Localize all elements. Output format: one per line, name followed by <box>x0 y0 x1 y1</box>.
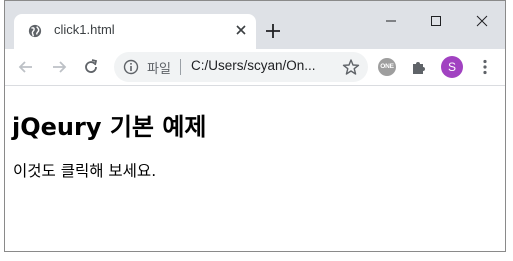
clickable-paragraph[interactable]: 이것도 클릭해 보세요. <box>13 159 156 181</box>
tab-title: click1.html <box>54 22 115 37</box>
back-arrow-icon[interactable] <box>16 57 36 77</box>
tab-click1[interactable]: click1.html <box>14 14 256 49</box>
browser-window: click1.html 파일 C:/Users/scyan/On... ONE … <box>4 0 506 252</box>
window-close-icon[interactable] <box>472 11 492 31</box>
profile-avatar[interactable]: S <box>441 56 463 78</box>
page-heading: jQeury 기본 예제 <box>12 113 207 141</box>
info-icon[interactable] <box>123 59 139 75</box>
page-content: jQeury 기본 예제 이것도 클릭해 보세요. <box>5 86 505 251</box>
url-text[interactable]: C:/Users/scyan/On... <box>191 58 316 73</box>
address-bar[interactable]: 파일 C:/Users/scyan/On... <box>114 52 368 82</box>
maximize-icon[interactable] <box>426 11 446 31</box>
address-divider <box>180 59 181 75</box>
title-bar: click1.html <box>5 1 505 49</box>
more-menu-icon[interactable] <box>475 57 495 77</box>
security-label: 파일 <box>147 62 171 77</box>
bookmark-star-icon[interactable] <box>342 58 360 76</box>
forward-arrow-icon[interactable] <box>49 57 69 77</box>
browser-toolbar: 파일 C:/Users/scyan/On... ONE S <box>5 49 505 86</box>
globe-icon <box>28 24 42 38</box>
tab-close-button[interactable] <box>233 22 249 38</box>
extension-one-icon[interactable]: ONE <box>378 58 396 76</box>
new-tab-button[interactable] <box>263 21 283 41</box>
extensions-puzzle-icon[interactable] <box>410 58 428 76</box>
close-icon <box>236 25 246 35</box>
minimize-icon[interactable] <box>381 11 401 31</box>
reload-icon[interactable] <box>81 57 101 77</box>
